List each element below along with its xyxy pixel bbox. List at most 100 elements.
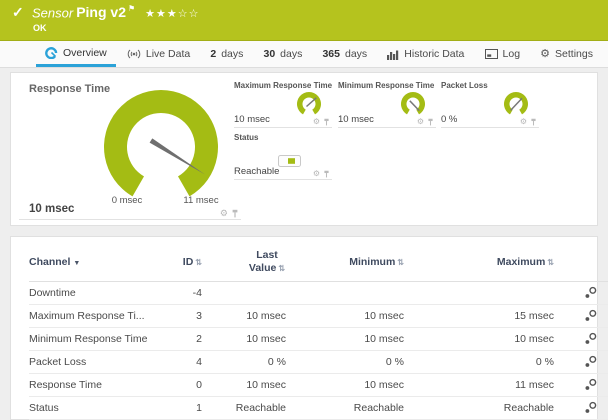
log-icon bbox=[484, 49, 498, 59]
channel-name-cell: Response Time bbox=[29, 378, 102, 391]
channel-name-cell: Maximum Response Ti... bbox=[29, 309, 145, 322]
channel-settings-icon[interactable] bbox=[584, 401, 597, 414]
sort-icon: ⇅ bbox=[278, 263, 286, 273]
column-header-maximum[interactable]: Maximum ⇅ bbox=[412, 243, 562, 281]
maximum-cell: 10 msec bbox=[514, 332, 554, 345]
channel-settings-icon[interactable] bbox=[584, 286, 597, 299]
priority-stars[interactable]: ★★★☆☆ bbox=[145, 8, 199, 20]
max-response-time-block: Maximum Response Time 10 msec ⚙ bbox=[234, 81, 332, 128]
max-response-time-gauge bbox=[297, 92, 321, 115]
gauge-needle bbox=[306, 97, 317, 108]
last-value-cell: 10 msec bbox=[246, 309, 286, 322]
pin-icon[interactable] bbox=[231, 209, 239, 218]
tab-365-days[interactable]: 365 days bbox=[313, 41, 376, 67]
table-header-row: Channel ▼ ID ⇅ Last Value ⇅ Minimum ⇅ Maximu… bbox=[29, 243, 608, 281]
channel-table-panel: Channel ▼ ID ⇅ Last Value ⇅ Minimum ⇅ Maximu… bbox=[10, 236, 608, 420]
pin-icon[interactable] bbox=[323, 170, 330, 178]
last-value-cell: 0 % bbox=[267, 355, 286, 368]
channel-name-cell: Minimum Response Time bbox=[29, 332, 148, 345]
table-row: Minimum Response Time 2 10 msec 10 msec … bbox=[29, 327, 608, 350]
flag-icon[interactable]: ⚑ bbox=[128, 4, 135, 13]
tab-30-days-label: days bbox=[280, 48, 303, 60]
channel-name-cell: Downtime bbox=[29, 286, 76, 299]
sensor-title-line: Sensor Ping v2 ⚑ ★★★☆☆ bbox=[32, 4, 199, 22]
channel-id-cell: 3 bbox=[196, 309, 202, 322]
packet-loss-block: Packet Loss 0 % ⚙ bbox=[441, 81, 539, 128]
gear-icon[interactable]: ⚙ bbox=[417, 118, 424, 126]
mini-gauge-value: 10 msec bbox=[338, 114, 374, 125]
tab-bar: Overview Live Data 2 days 30 days 365 da… bbox=[0, 41, 608, 68]
sort-icon: ⇅ bbox=[397, 257, 404, 267]
status-value: Reachable bbox=[234, 166, 280, 177]
gear-icon[interactable]: ⚙ bbox=[313, 170, 320, 178]
tab-log[interactable]: Log bbox=[476, 41, 530, 67]
gauge-scale-min: 0 msec bbox=[111, 195, 143, 206]
column-label: Maximum bbox=[496, 255, 546, 268]
gear-icon[interactable]: ⚙ bbox=[313, 118, 320, 126]
maximum-cell: Reachable bbox=[503, 401, 554, 414]
tab-live-data[interactable]: Live Data bbox=[118, 41, 199, 67]
sensor-header-bar: ✓ Sensor Ping v2 ⚑ ★★★☆☆ OK bbox=[0, 0, 608, 41]
tab-2-days-number: 2 bbox=[210, 48, 217, 60]
tab-365-days-label: days bbox=[345, 48, 368, 60]
last-value-cell: Reachable bbox=[235, 401, 286, 414]
tab-log-label: Log bbox=[502, 48, 521, 60]
minimum-cell: Reachable bbox=[353, 401, 404, 414]
minimum-cell bbox=[294, 281, 412, 304]
mini-gauge-value: 10 msec bbox=[234, 114, 270, 125]
status-led-icon bbox=[278, 155, 301, 167]
column-label: Channel bbox=[29, 255, 71, 268]
pin-icon[interactable] bbox=[323, 118, 330, 126]
column-header-minimum[interactable]: Minimum ⇅ bbox=[294, 243, 412, 281]
column-label: Minimum bbox=[349, 255, 396, 268]
pin-icon[interactable] bbox=[427, 118, 434, 126]
channel-settings-icon[interactable] bbox=[584, 378, 597, 391]
sort-icon: ⇅ bbox=[195, 257, 202, 267]
status-check-icon: ✓ bbox=[12, 4, 24, 20]
live-data-icon bbox=[127, 49, 141, 59]
gauge-needle bbox=[510, 97, 523, 111]
last-value-cell: 10 msec bbox=[246, 378, 286, 391]
channel-id-cell: 0 bbox=[196, 378, 202, 391]
tab-settings-label: Settings bbox=[555, 48, 593, 60]
gear-icon[interactable]: ⚙ bbox=[520, 118, 527, 126]
column-header-channel[interactable]: Channel ▼ bbox=[29, 243, 157, 281]
tab-overview[interactable]: Overview bbox=[36, 41, 116, 67]
min-response-time-block: Minimum Response Time 10 msec ⚙ bbox=[338, 81, 436, 128]
mini-gauge-title: Minimum Response Time bbox=[338, 81, 435, 90]
last-value-cell bbox=[216, 281, 294, 304]
channel-settings-icon[interactable] bbox=[584, 309, 597, 322]
column-header-id[interactable]: ID ⇅ bbox=[157, 243, 216, 281]
gauge-needle bbox=[409, 100, 420, 112]
minimum-cell: 0 % bbox=[385, 355, 404, 368]
packet-loss-gauge bbox=[504, 92, 528, 115]
overview-panel: Response Time 0 msec 11 msec 10 msec ⚙ M… bbox=[10, 72, 598, 226]
min-response-time-gauge bbox=[401, 92, 425, 115]
tab-historic-data[interactable]: Historic Data bbox=[378, 41, 473, 67]
channel-settings-icon[interactable] bbox=[584, 332, 597, 345]
minimum-cell: 10 msec bbox=[364, 309, 404, 322]
column-header-actions bbox=[562, 243, 608, 281]
response-time-gauge bbox=[104, 90, 218, 197]
sensor-status-text: OK bbox=[33, 23, 47, 33]
status-block: Status Reachable ⚙ bbox=[234, 133, 332, 180]
channel-settings-icon[interactable] bbox=[584, 355, 597, 368]
channel-id-cell: 4 bbox=[196, 355, 202, 368]
tab-settings[interactable]: ⚙ Settings bbox=[531, 41, 602, 67]
tab-2-days[interactable]: 2 days bbox=[201, 41, 252, 67]
minimum-cell: 10 msec bbox=[364, 332, 404, 345]
table-row: Status 1 Reachable Reachable Reachable bbox=[29, 396, 608, 419]
column-header-last-value[interactable]: Last Value ⇅ bbox=[216, 243, 294, 281]
tab-live-data-label: Live Data bbox=[145, 48, 191, 60]
sort-icon: ⇅ bbox=[547, 257, 554, 267]
mini-gauge-title: Packet Loss bbox=[441, 81, 488, 90]
tab-30-days[interactable]: 30 days bbox=[254, 41, 311, 67]
gear-icon[interactable]: ⚙ bbox=[220, 209, 228, 218]
tab-overview-label: Overview bbox=[63, 46, 107, 59]
maximum-cell: 0 % bbox=[535, 355, 554, 368]
gear-icon: ⚙ bbox=[540, 47, 551, 60]
pin-icon[interactable] bbox=[530, 118, 537, 126]
table-row: Response Time 0 10 msec 10 msec 11 msec bbox=[29, 373, 608, 396]
maximum-cell bbox=[412, 281, 562, 304]
tab-2-days-label: days bbox=[221, 48, 244, 60]
